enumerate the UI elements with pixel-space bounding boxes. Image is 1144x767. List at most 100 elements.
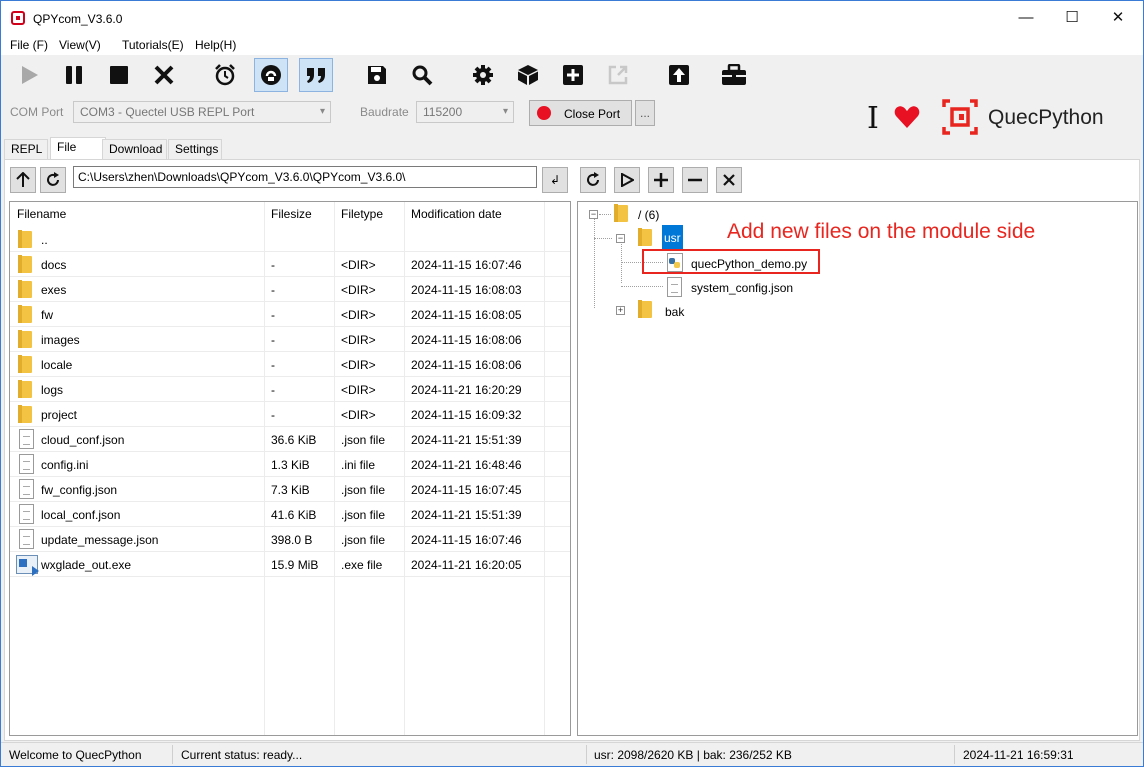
cell-filetype: <DIR>: [341, 333, 376, 347]
table-row[interactable]: local_conf.json 41.6 KiB .json file 2024-11…: [10, 502, 570, 527]
play-icon[interactable]: [12, 58, 46, 92]
toolbox-icon[interactable]: [717, 58, 751, 92]
table-row[interactable]: ..: [10, 227, 570, 252]
tree-connector: [594, 219, 595, 308]
pause-icon[interactable]: [57, 58, 91, 92]
refresh-module-button[interactable]: [580, 167, 606, 193]
table-row[interactable]: fw - <DIR> 2024-11-15 16:08:05: [10, 302, 570, 327]
cell-filename: locale: [41, 358, 73, 372]
cell-filesize: -: [271, 258, 275, 272]
close-icon[interactable]: [147, 58, 181, 92]
folder-icon: [18, 305, 34, 323]
export-icon[interactable]: [601, 58, 635, 92]
tree-file-demo[interactable]: quecPython_demo.py: [691, 257, 807, 271]
cell-date: 2024-11-21 16:20:29: [411, 383, 522, 397]
table-row[interactable]: config.ini 1.3 KiB .ini file 2024-11-21 16:…: [10, 452, 570, 477]
tree-root-label[interactable]: / (6): [638, 208, 659, 222]
folder-icon: [18, 255, 34, 273]
table-row[interactable]: cloud_conf.json 36.6 KiB .json file 2024-11…: [10, 427, 570, 452]
stop-icon[interactable]: [102, 58, 136, 92]
go-path-button[interactable]: ↲: [542, 167, 568, 193]
plus-icon[interactable]: [556, 58, 590, 92]
quote-icon[interactable]: [299, 58, 333, 92]
column-header-filesize[interactable]: Filesize: [271, 207, 312, 221]
cell-date: 2024-11-15 16:07:46: [411, 258, 522, 272]
table-row[interactable]: logs - <DIR> 2024-11-21 16:20:29: [10, 377, 570, 402]
tree-connector: [621, 286, 663, 287]
remove-file-button[interactable]: [682, 167, 708, 193]
collapse-root-icon[interactable]: −: [589, 210, 598, 219]
folder-icon: [18, 230, 34, 248]
tab-download[interactable]: Download: [102, 139, 167, 159]
menu-help[interactable]: Help(H): [195, 38, 236, 52]
add-file-button[interactable]: [648, 167, 674, 193]
com-port-select[interactable]: COM3 - Quectel USB REPL Port ▾: [73, 101, 331, 123]
exe-file-icon: [16, 555, 39, 576]
cell-filesize: 15.9 MiB: [271, 558, 319, 572]
table-row[interactable]: update_message.json 398.0 B .json file 2024…: [10, 527, 570, 552]
table-row[interactable]: fw_config.json 7.3 KiB .json file 2024-11-1…: [10, 477, 570, 502]
window-close-button[interactable]: ✕: [1095, 1, 1141, 35]
table-row[interactable]: wxglade_out.exe 15.9 MiB .exe file 2024-11-…: [10, 552, 570, 577]
baudrate-value: 115200: [423, 105, 463, 119]
maximize-button[interactable]: ☐: [1049, 1, 1095, 35]
app-window: QPYcom_V3.6.0 — ☐ ✕ File (F) View(V) Tut…: [0, 0, 1144, 767]
column-header-filetype[interactable]: Filetype: [341, 207, 383, 221]
search-icon[interactable]: [405, 58, 439, 92]
table-row[interactable]: docs - <DIR> 2024-11-15 16:07:46: [10, 252, 570, 277]
table-row[interactable]: project - <DIR> 2024-11-15 16:09:32: [10, 402, 570, 427]
table-row[interactable]: images - <DIR> 2024-11-15 16:08:06: [10, 327, 570, 352]
menu-view[interactable]: View(V): [59, 38, 101, 52]
cell-date: 2024-11-15 16:09:32: [411, 408, 522, 422]
run-script-button[interactable]: [614, 167, 640, 193]
alarm-icon[interactable]: [208, 58, 242, 92]
cell-filename: config.ini: [41, 458, 89, 472]
refresh-local-button[interactable]: [40, 167, 66, 193]
minimize-button[interactable]: —: [1003, 1, 1049, 35]
more-button[interactable]: ...: [635, 100, 655, 126]
gear-icon[interactable]: [466, 58, 500, 92]
cell-filetype: .json file: [341, 433, 386, 447]
collapse-usr-icon[interactable]: −: [616, 234, 625, 243]
cursor-icon: I: [867, 101, 879, 136]
cell-filename: update_message.json: [41, 533, 159, 547]
cell-filename: fw_config.json: [41, 483, 118, 497]
table-row[interactable]: exes - <DIR> 2024-11-15 16:08:03: [10, 277, 570, 302]
save-icon[interactable]: [360, 58, 394, 92]
com-port-label: COM Port: [10, 105, 64, 119]
baudrate-label: Baudrate: [360, 105, 409, 119]
local-path-input[interactable]: C:\Users\zhen\Downloads\QPYcom_V3.6.0\QP…: [73, 166, 537, 188]
cell-filename: local_conf.json: [41, 508, 121, 522]
cell-filesize: -: [271, 383, 275, 397]
sync-icon[interactable]: [254, 58, 288, 92]
file-icon: [667, 277, 682, 297]
python-file-icon: [667, 253, 683, 272]
expand-bak-icon[interactable]: +: [616, 306, 625, 315]
menu-tutorials[interactable]: Tutorials(E): [122, 38, 184, 52]
tree-bak-label[interactable]: bak: [665, 305, 684, 319]
status-divider: [172, 745, 173, 764]
cell-date: 2024-11-21 16:48:46: [411, 458, 522, 472]
cell-filetype: <DIR>: [341, 358, 376, 372]
toolbar: [1, 55, 1143, 97]
tab-settings[interactable]: Settings: [168, 139, 222, 159]
column-header-date[interactable]: Modification date: [411, 207, 502, 221]
folder-icon: [614, 204, 630, 222]
column-header-filename[interactable]: Filename: [17, 207, 66, 221]
menu-file[interactable]: File (F): [10, 38, 48, 52]
tab-repl[interactable]: REPL: [4, 139, 48, 159]
close-port-button[interactable]: Close Port: [529, 100, 632, 126]
close-port-label: Close Port: [564, 107, 621, 121]
up-folder-button[interactable]: [10, 167, 36, 193]
clear-button[interactable]: [716, 167, 742, 193]
baudrate-select[interactable]: 115200 ▾: [416, 101, 514, 123]
table-row[interactable]: locale - <DIR> 2024-11-15 16:08:06: [10, 352, 570, 377]
upload-icon[interactable]: [662, 58, 696, 92]
minus-icon: [688, 178, 702, 182]
cell-date: 2024-11-15 16:08:05: [411, 308, 522, 322]
tree-usr-label[interactable]: usr: [662, 225, 683, 249]
tab-file[interactable]: File: [50, 137, 106, 160]
tree-file-config[interactable]: system_config.json: [691, 281, 793, 295]
cube-icon[interactable]: [511, 58, 545, 92]
cell-date: 2024-11-15 16:07:45: [411, 483, 522, 497]
